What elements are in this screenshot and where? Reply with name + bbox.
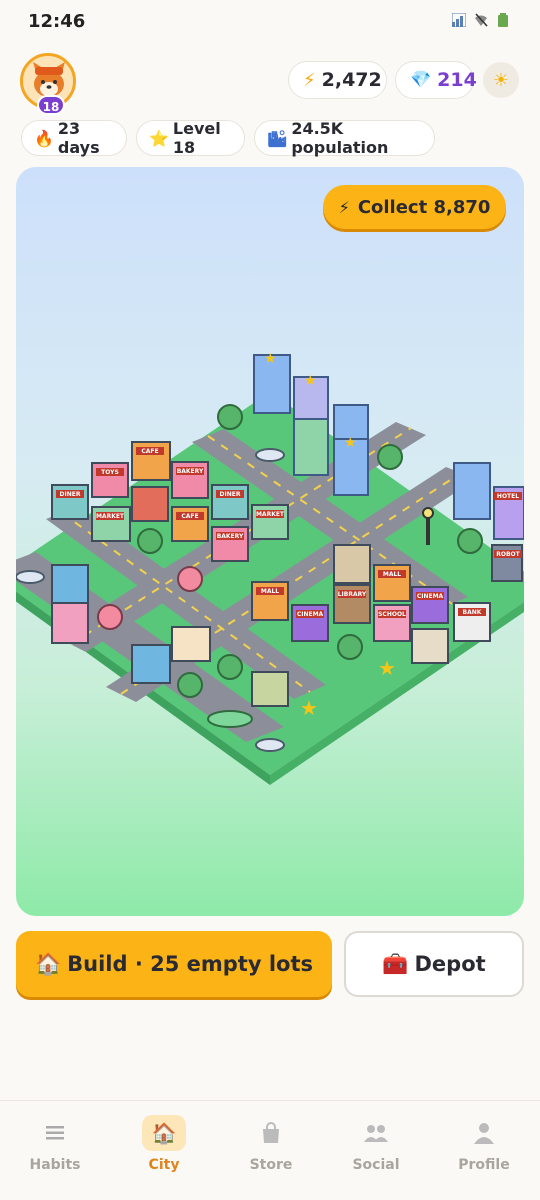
building-sign: CINEMA: [297, 611, 324, 618]
build-button[interactable]: 🏠 Build · 25 empty lots: [16, 931, 332, 997]
building-sign: BAKERY: [217, 533, 244, 540]
population-pill[interactable]: 🏙 24.5K population: [254, 119, 435, 157]
streak-label: 23 days: [57, 119, 100, 157]
building-sign: ROBOT: [496, 551, 520, 558]
bottom-nav: Habits 🏠 City Store Social Profile: [0, 1100, 540, 1200]
nav-habits-label: Habits: [29, 1157, 81, 1173]
depot-button[interactable]: 🧰 Depot: [344, 931, 524, 997]
build-label: Build · 25 empty lots: [67, 952, 314, 976]
building-sign: BANK: [463, 609, 482, 616]
collect-button[interactable]: ⚡ Collect 8,870: [323, 185, 506, 229]
fire-icon: 🔥: [34, 128, 54, 148]
isometric-city-map[interactable]: ★ ★ ★ ★ ★ DINERTOYSCAFEBAKERYMARKETDINER…: [16, 167, 524, 916]
shopping-bag-icon: [249, 1115, 293, 1151]
nav-profile-label: Profile: [458, 1157, 510, 1173]
nav-store-label: Store: [249, 1157, 293, 1173]
building-sign: DINER: [220, 491, 241, 498]
gems-pill[interactable]: 💎 214: [395, 61, 477, 99]
status-icons: [452, 13, 510, 27]
level-label: Level 18: [172, 119, 221, 157]
building-sign: BAKERY: [177, 468, 204, 475]
nav-city-label: City: [148, 1157, 180, 1173]
list-icon: [33, 1115, 77, 1151]
lightning-icon: ⚡: [303, 69, 316, 91]
svg-text:★: ★: [378, 656, 396, 680]
nav-store[interactable]: Store: [231, 1115, 311, 1173]
svg-text:★: ★: [264, 351, 277, 367]
building-sign: SCHOOL: [378, 611, 406, 618]
population-label: 24.5K population: [291, 119, 389, 157]
gems-value: 214: [437, 69, 477, 91]
sun-icon: ☀: [492, 69, 510, 91]
toolbox-icon: 🧰: [382, 951, 409, 976]
building-sign: MALL: [261, 588, 279, 595]
house-icon: 🏠: [34, 951, 62, 976]
building-sign: MARKET: [256, 511, 285, 518]
star-icon: ⭐: [149, 128, 169, 148]
svg-text:★: ★: [304, 373, 317, 389]
svg-text:★: ★: [300, 696, 318, 720]
battery-icon: [498, 13, 508, 27]
building-sign: DINER: [60, 491, 81, 498]
theme-toggle-button[interactable]: ☀: [483, 62, 519, 98]
building-sign: MARKET: [96, 513, 125, 520]
nav-habits[interactable]: Habits: [15, 1115, 95, 1173]
building-sign: HOTEL: [497, 493, 519, 500]
status-bar: 12:46: [0, 0, 540, 44]
person-icon: [462, 1115, 506, 1151]
nav-city[interactable]: 🏠 City: [124, 1115, 204, 1173]
gem-icon: 💎: [410, 70, 432, 90]
status-time: 12:46: [28, 11, 86, 32]
svg-text:★: ★: [344, 435, 357, 451]
building-sign: MALL: [383, 571, 401, 578]
house-icon: 🏠: [142, 1115, 186, 1151]
no-wifi-icon: [475, 13, 488, 27]
energy-pill[interactable]: ⚡ 2,472: [288, 61, 387, 99]
signal-icon: [452, 13, 466, 27]
building-sign: CAFE: [181, 513, 198, 520]
building-sign: TOYS: [101, 469, 119, 476]
nav-social-label: Social: [352, 1157, 400, 1173]
level-pill[interactable]: ⭐ Level 18: [136, 119, 245, 157]
nav-profile[interactable]: Profile: [444, 1115, 524, 1173]
nav-social[interactable]: Social: [336, 1115, 416, 1173]
city-view[interactable]: ★ ★ ★ ★ ★ DINER TOYS CAFE BAKERY MARKET …: [16, 167, 524, 916]
building-sign: CINEMA: [417, 593, 444, 600]
depot-label: Depot: [414, 952, 486, 976]
streak-pill[interactable]: 🔥 23 days: [21, 119, 127, 157]
avatar-level-badge: 18: [37, 95, 65, 115]
building-sign: LIBRARY: [338, 591, 367, 598]
building-sign: CAFE: [141, 448, 158, 455]
people-icon: [354, 1115, 398, 1151]
city-icon: 🏙: [267, 128, 288, 148]
collect-label: Collect 8,870: [357, 196, 491, 218]
energy-value: 2,472: [321, 69, 382, 91]
avatar[interactable]: 18: [20, 53, 76, 115]
lightning-icon: ⚡: [338, 197, 350, 217]
